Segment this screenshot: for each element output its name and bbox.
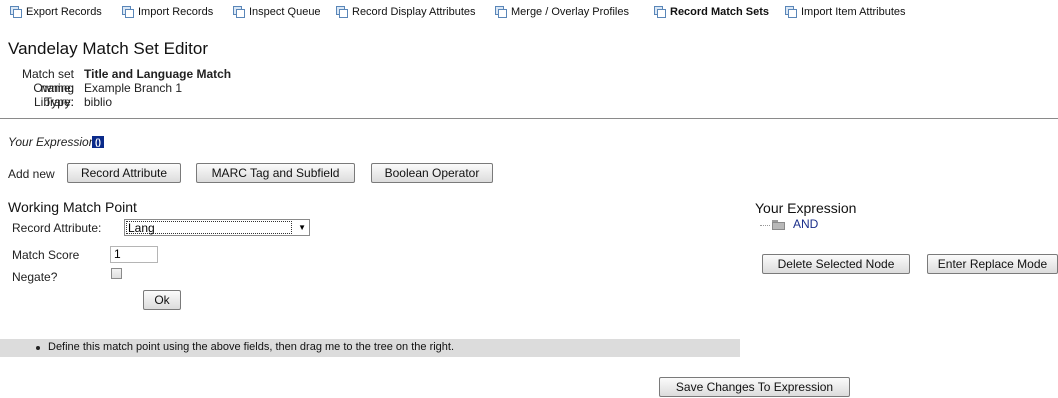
tree-connector [760,225,770,227]
window-icon [10,6,22,18]
type-value: biblio [84,95,113,109]
folder-icon [772,220,785,230]
tree-node-and[interactable]: AND [793,217,818,231]
nav-label: Inspect Queue [249,6,321,18]
expression-icon[interactable]: () [92,136,104,148]
chevron-down-icon: ▼ [298,223,306,232]
record-attribute-value: Lang [128,221,155,235]
match-score-input[interactable]: 1 [110,246,158,263]
nav-label: Import Item Attributes [801,6,906,18]
record-attribute-button[interactable]: Record Attribute [67,163,181,183]
your-expression-heading: Your Expression [755,200,857,216]
ok-button[interactable]: Ok [143,290,181,310]
window-icon [336,6,348,18]
nav-label: Record Display Attributes [352,6,476,18]
type-label: Type: [44,95,74,109]
nav-label: Merge / Overlay Profiles [511,6,629,18]
top-nav: Export Records Import Records Inspect Qu… [0,0,1058,24]
save-changes-button[interactable]: Save Changes To Expression [659,377,850,397]
add-new-label: Add new [8,167,55,181]
expression-label: Your Expression: [8,135,99,149]
window-icon [495,6,507,18]
marc-tag-button[interactable]: MARC Tag and Subfield [196,163,355,183]
nav-import-item-attributes[interactable]: Import Item Attributes [785,5,906,19]
nav-export-records[interactable]: Export Records [10,5,102,19]
nav-label: Import Records [138,6,214,18]
nav-label: Record Match Sets [670,6,770,18]
record-attribute-label: Record Attribute: [12,221,102,235]
window-icon [654,6,666,18]
window-icon [122,6,134,18]
enter-replace-mode-button[interactable]: Enter Replace Mode [927,254,1058,274]
drag-hint-bar[interactable]: Define this match point using the above … [0,339,740,357]
nav-label: Export Records [26,6,102,18]
page-title: Vandelay Match Set Editor [8,39,209,58]
drag-hint-text: Define this match point using the above … [48,341,455,353]
owning-library-value: Example Branch 1 [84,81,183,95]
record-attribute-select[interactable]: Lang ▼ [124,219,310,236]
window-icon [785,6,797,18]
nav-inspect-queue[interactable]: Inspect Queue [233,5,321,19]
match-set-name-value: Title and Language Match [84,67,232,81]
nav-record-display-attributes[interactable]: Record Display Attributes [336,5,476,19]
match-score-label: Match Score [12,248,80,262]
window-icon [233,6,245,18]
bullet-icon [36,346,40,350]
divider [0,118,1058,119]
delete-selected-node-button[interactable]: Delete Selected Node [762,254,910,274]
nav-merge-overlay-profiles[interactable]: Merge / Overlay Profiles [495,5,629,19]
nav-import-records[interactable]: Import Records [122,5,213,19]
working-match-point-heading: Working Match Point [8,199,137,215]
negate-label: Negate? [12,270,58,284]
nav-record-match-sets[interactable]: Record Match Sets [654,5,769,19]
boolean-operator-button[interactable]: Boolean Operator [371,163,493,183]
negate-checkbox[interactable] [111,268,122,279]
